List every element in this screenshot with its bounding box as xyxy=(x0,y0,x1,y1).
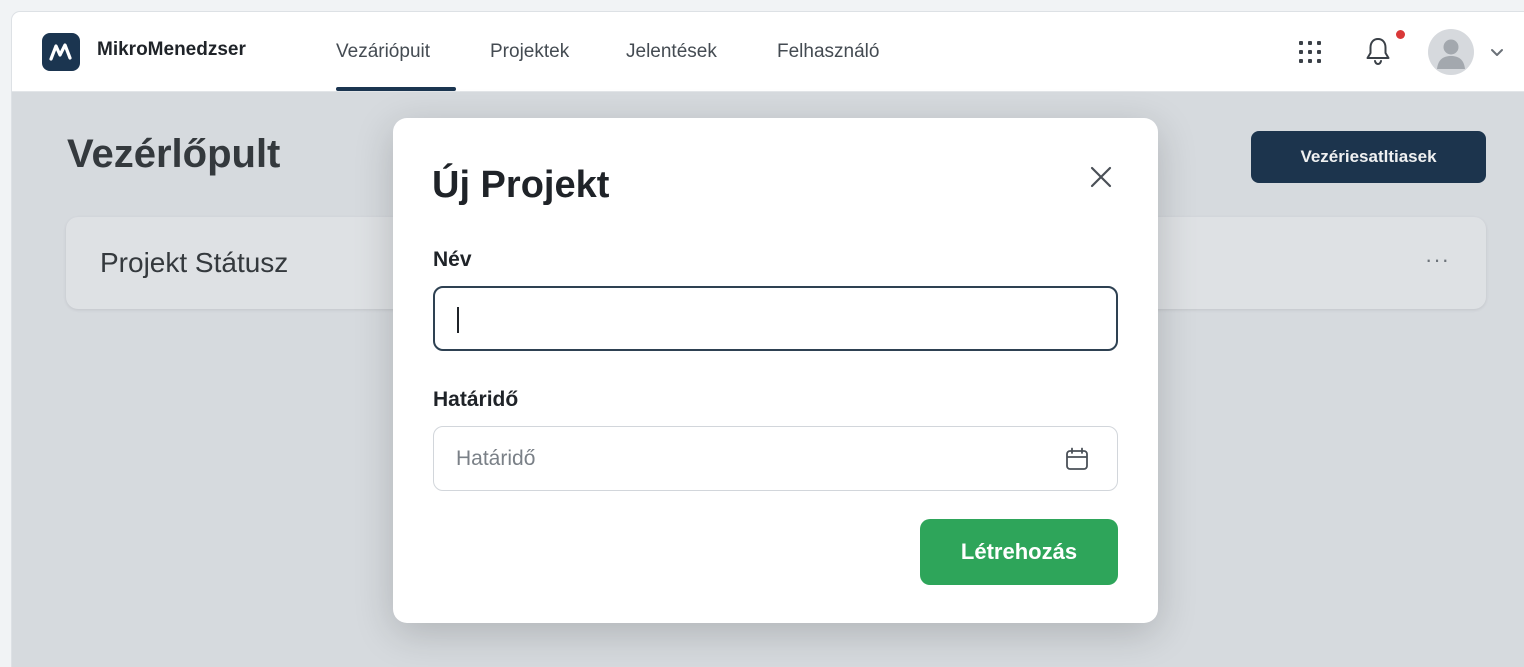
name-label: Név xyxy=(433,248,472,271)
create-button[interactable]: Létrehozás xyxy=(920,519,1118,585)
calendar-icon[interactable] xyxy=(1064,446,1090,472)
dialog-title: Új Projekt xyxy=(432,164,610,206)
name-input[interactable] xyxy=(433,286,1118,351)
app-window: MikroMenedzser Vezáriópuit Projektek Jel… xyxy=(12,12,1524,667)
bell-icon[interactable] xyxy=(1364,36,1392,66)
chevron-down-icon[interactable] xyxy=(1489,46,1505,58)
nav-item-reports[interactable]: Jelentések xyxy=(626,41,717,63)
nav-item-user[interactable]: Felhasználó xyxy=(777,41,879,63)
nav-item-projects[interactable]: Projektek xyxy=(490,41,569,63)
apps-grid-icon[interactable] xyxy=(1298,40,1322,64)
new-project-dialog: Új Projekt Név Határidő Határidő Létreho… xyxy=(393,118,1158,623)
top-navbar: MikroMenedzser Vezáriópuit Projektek Jel… xyxy=(12,12,1524,92)
notification-dot xyxy=(1396,30,1405,39)
avatar-icon[interactable] xyxy=(1428,29,1474,75)
logo-icon[interactable] xyxy=(42,33,80,71)
deadline-placeholder: Határidő xyxy=(456,447,536,470)
deadline-label: Határidő xyxy=(433,388,519,411)
nav-item-dashboard[interactable]: Vezáriópuit xyxy=(336,41,430,63)
active-tab-indicator xyxy=(336,87,456,91)
text-cursor xyxy=(457,307,459,333)
brand-name[interactable]: MikroMenedzser xyxy=(97,39,246,61)
close-icon[interactable] xyxy=(1087,163,1115,191)
deadline-input[interactable]: Határidő xyxy=(433,426,1118,491)
